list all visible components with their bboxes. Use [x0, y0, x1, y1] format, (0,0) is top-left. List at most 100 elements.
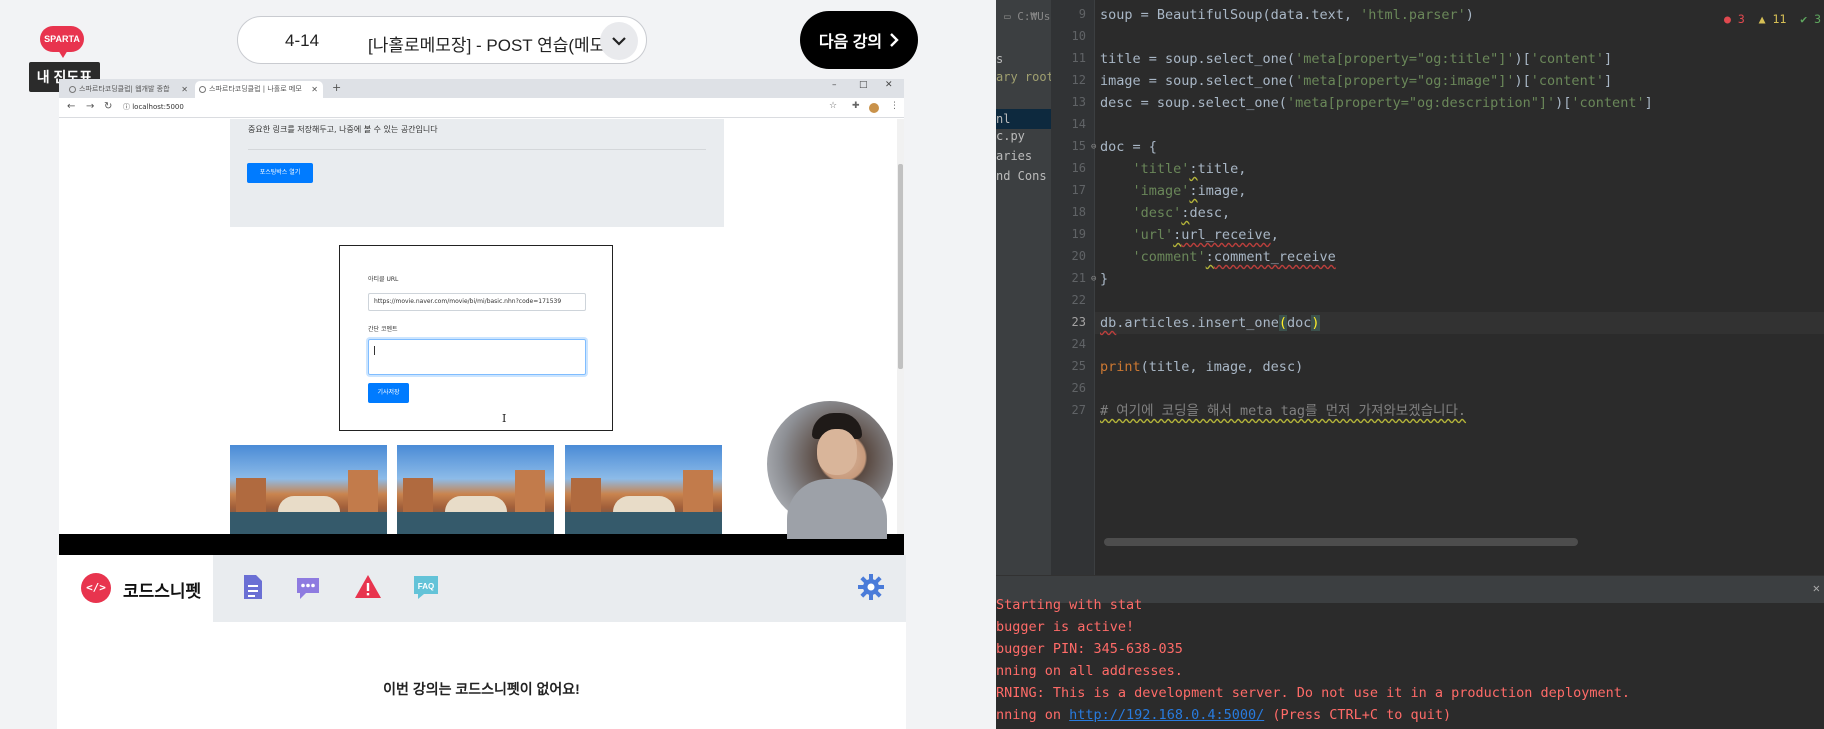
warning-icon[interactable]	[353, 572, 383, 602]
lecture-number: 4-14	[285, 31, 320, 50]
bookmark-star-icon[interactable]: ☆	[829, 101, 837, 111]
console-line: RNING: This is a development server. Do …	[996, 685, 1630, 701]
maximize-icon[interactable]: □	[859, 80, 868, 90]
line-number: 12	[1071, 73, 1086, 87]
close-tab-icon[interactable]: ✕	[181, 81, 188, 98]
address-text: ⓘ localhost:5000	[123, 103, 184, 111]
gear-icon[interactable]	[856, 572, 886, 602]
project-item[interactable]: s	[996, 52, 1003, 66]
code-line: title = soup.select_one('meta[property="…	[1100, 51, 1613, 67]
line-number: 9	[1078, 7, 1086, 21]
reload-icon[interactable]: ↻	[104, 101, 112, 112]
faq-icon[interactable]: FAQ	[411, 572, 441, 602]
code-snippet-panel: 이번 강의는 코드스니펫이 없어요!	[57, 622, 906, 729]
browser-tab-title: 스파르타코딩클럽 | 나홀로 메모	[209, 85, 302, 93]
line-number: 21	[1071, 271, 1086, 285]
next-lecture-label: 다음 강의	[818, 34, 883, 51]
chevron-right-icon	[890, 33, 899, 47]
code-line: doc = {	[1100, 139, 1157, 155]
project-item[interactable]: aries	[996, 149, 1032, 163]
tab-code-snippet-label: 코드스니펫	[123, 582, 202, 601]
browser-tab[interactable]: 스파르타코딩클럽| 웹개발 종합 ✕	[65, 81, 193, 98]
run-console[interactable]: Starting with stat bugger is active! bug…	[996, 597, 1824, 729]
line-number: 11	[1071, 51, 1086, 65]
code-line: 'title':title,	[1132, 161, 1247, 177]
new-tab-icon[interactable]: +	[332, 81, 341, 94]
line-number: 20	[1071, 249, 1086, 263]
code-line: 'desc':desc,	[1132, 205, 1231, 221]
editor-horizontal-scrollbar[interactable]	[1104, 538, 1578, 546]
code-line: }	[1100, 271, 1109, 287]
console-line: nning on all addresses.	[996, 663, 1183, 679]
browser-tabbar: 스파르타코딩클럽| 웹개발 종합 ✕ 스파르타코딩클럽 | 나홀로 메모 ✕ +…	[59, 79, 904, 98]
comment-label: 간단 코멘트	[368, 326, 398, 333]
browser-tab-active[interactable]: 스파르타코딩클럽 | 나홀로 메모 ✕	[195, 81, 323, 98]
line-number: 24	[1071, 337, 1086, 351]
lecture-player: SPARTA 내 진도표 4-14 [나홀로메모장] - POST 연습(메모하…	[0, 0, 996, 729]
save-article-button[interactable]: 기사저장	[368, 383, 409, 403]
ibeam-cursor-icon: I	[502, 412, 507, 425]
scroll-thumb[interactable]	[898, 164, 903, 369]
avatar[interactable]	[869, 103, 879, 113]
line-number: 19	[1071, 227, 1086, 241]
line-number: 27	[1071, 403, 1086, 417]
line-number-gutter: 9 10 11 12 13 14 15 16 17 18 19 20 21 22…	[1051, 0, 1095, 575]
code-editor[interactable]: soup = BeautifulSoup(data.text, 'html.pa…	[1095, 0, 1824, 575]
console-line: Starting with stat	[996, 597, 1143, 613]
lecture-selector[interactable]: 4-14 [나홀로메모장] - POST 연습(메모하기)	[237, 16, 647, 64]
divider	[248, 149, 706, 150]
jumbotron: 중요한 링크를 저장해두고, 나중에 볼 수 있는 공간입니다 포스팅박스 열기	[230, 119, 724, 227]
tab-code-snippet[interactable]: </> 코드스니펫	[57, 555, 213, 622]
extensions-icon[interactable]: ✚	[852, 101, 860, 111]
project-item-selected[interactable]: nl	[996, 109, 1051, 129]
window-close-icon[interactable]: ✕	[885, 80, 893, 90]
line-number: 13	[1071, 95, 1086, 109]
sparta-logo[interactable]: SPARTA	[40, 26, 84, 58]
inspection-widget[interactable]: ● 3 ▲ 11 ✔ 3	[1724, 12, 1821, 26]
forward-icon[interactable]: →	[86, 101, 94, 112]
line-number: 10	[1071, 29, 1086, 43]
code-snippet-icon: </>	[81, 573, 111, 603]
code-line: 'image':image,	[1132, 183, 1247, 199]
back-icon[interactable]: ←	[67, 101, 75, 112]
url-input[interactable]: https://movie.naver.com/movie/bi/mi/basi…	[368, 293, 586, 311]
address-bar[interactable]: ⓘ localhost:5000	[123, 101, 838, 115]
chevron-down-icon[interactable]	[600, 22, 638, 60]
comment-textarea[interactable]	[368, 339, 586, 375]
svg-text:FAQ: FAQ	[418, 582, 434, 591]
page-scrollbar[interactable]	[897, 119, 904, 534]
minimize-icon[interactable]: –	[832, 80, 837, 90]
close-tab-icon[interactable]: ✕	[311, 81, 318, 98]
code-line: 'url':url_receive,	[1132, 227, 1279, 243]
posting-form: 아티클 URL https://movie.naver.com/movie/bi…	[339, 245, 613, 431]
check-icon: ✔	[1800, 12, 1808, 26]
project-panel: ▭ C:₩Us s ary root nl c.py aries nd Cons	[996, 0, 1054, 575]
document-icon[interactable]	[237, 572, 267, 602]
line-number: 22	[1071, 293, 1086, 307]
project-item[interactable]: ary root	[996, 70, 1054, 84]
open-posting-box-button[interactable]: 포스팅박스 열기	[247, 163, 313, 183]
instructor-webcam	[765, 399, 895, 539]
line-number: 17	[1071, 183, 1086, 197]
line-number-current: 23	[1071, 315, 1086, 329]
error-icon: ●	[1724, 12, 1731, 26]
close-panel-icon[interactable]: ✕	[1813, 581, 1820, 595]
card-image	[565, 445, 722, 534]
more-menu-icon[interactable]: ⋮	[890, 101, 899, 111]
console-line: nning on http://192.168.0.4:5000/ (Press…	[996, 707, 1452, 723]
code-line: desc = soup.select_one('meta[property="o…	[1100, 95, 1653, 111]
chat-bubble-icon[interactable]	[293, 572, 323, 602]
next-lecture-button[interactable]: 다음 강의	[800, 11, 918, 69]
project-item[interactable]: nd Cons	[996, 169, 1047, 183]
server-url-link[interactable]: http://192.168.0.4:5000/	[1069, 707, 1264, 723]
line-number: 25	[1071, 359, 1086, 373]
card-image	[230, 445, 387, 534]
card-image	[397, 445, 554, 534]
favicon-icon	[69, 86, 76, 93]
url-label: 아티클 URL	[368, 276, 399, 283]
empty-snippet-message: 이번 강의는 코드스니펫이 없어요!	[383, 681, 580, 697]
browser-toolbar: ← → ↻ ⓘ localhost:5000 ☆ ✚ ⋮	[59, 98, 904, 118]
project-item[interactable]: c.py	[996, 129, 1025, 143]
console-line: bugger PIN: 345-638-035	[996, 641, 1183, 657]
favicon-icon	[199, 86, 206, 93]
